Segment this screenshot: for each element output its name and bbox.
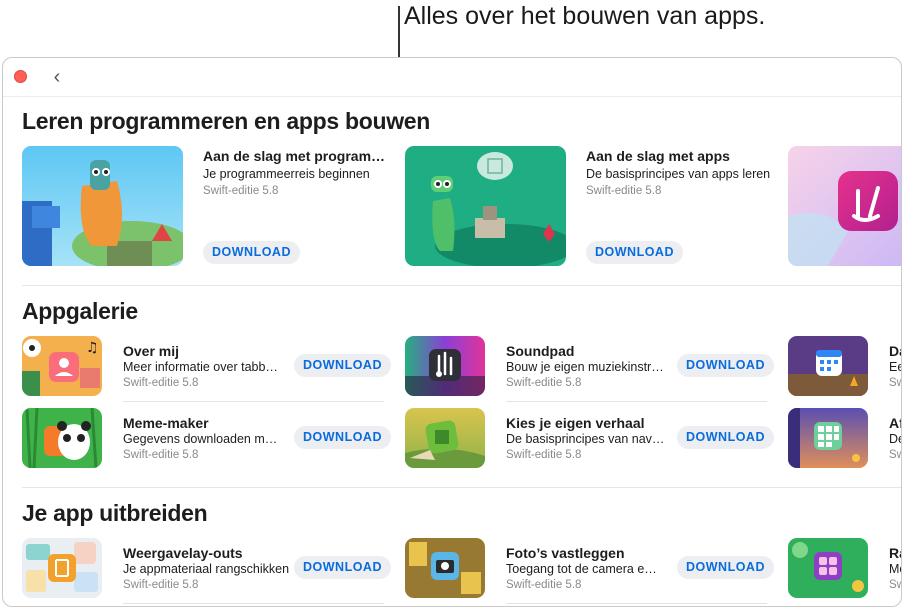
item-title[interactable]: Kies je eigen verhaal [506, 415, 666, 431]
item-subtitle: Gegevens downloaden me… [123, 432, 283, 446]
item-meta: Swift [889, 449, 901, 461]
item-title[interactable]: Af [889, 415, 901, 431]
item-thumbnail-kies-verhaal[interactable] [405, 408, 485, 468]
card-thumbnail-apps[interactable] [405, 146, 566, 266]
download-button[interactable]: DOWNLOAD [586, 241, 683, 264]
item-subtitle: Me [889, 562, 901, 576]
card-meta: Swift-editie 5.8 [203, 185, 279, 197]
card-title[interactable]: Aan de slag met apps [586, 148, 776, 164]
item-thumbnail-over-mij[interactable]: ♫ [22, 336, 102, 396]
card-thumbnail-peace[interactable] [788, 146, 901, 266]
section-divider [22, 487, 901, 488]
callout-label: Alles over het bouwen van apps. [404, 2, 766, 30]
item-subtitle: De [889, 432, 901, 446]
item-subtitle: Je appmateriaal rangschikken [123, 562, 290, 576]
download-button[interactable]: DOWNLOAD [203, 241, 300, 264]
card-thumbnail-programmeren[interactable] [22, 146, 183, 266]
item-thumbnail-ra[interactable] [788, 538, 868, 598]
item-thumbnail-soundpad[interactable] [405, 336, 485, 396]
item-title[interactable]: Meme-maker [123, 415, 283, 431]
item-subtitle: Toegang tot de camera e… [506, 562, 657, 576]
row-separator [123, 603, 384, 604]
card-subtitle: De basisprincipes van apps leren [586, 167, 771, 181]
item-subtitle: De basisprincipes van nav… [506, 432, 665, 446]
item-meta: Swift-editie 5.8 [123, 377, 199, 389]
download-button[interactable]: DOWNLOAD [294, 354, 391, 377]
section-title-gallery: Appgalerie [22, 298, 138, 324]
item-thumbnail-weergavelay-outs[interactable] [22, 538, 102, 598]
item-meta: Swift-editie 5.8 [123, 449, 199, 461]
item-meta: Swift-editie 5.8 [506, 377, 582, 389]
section-title-learn: Leren programmeren en apps bouwen [22, 108, 431, 134]
item-meta: Swift [889, 579, 901, 591]
item-title[interactable]: Ra [889, 545, 901, 561]
item-title[interactable]: Foto’s vastleggen [506, 545, 666, 561]
section-title-extend: Je app uitbreiden [22, 500, 208, 526]
item-title[interactable]: Da [889, 343, 901, 359]
item-title[interactable]: Soundpad [506, 343, 666, 359]
item-meta: Swift-editie 5.8 [123, 579, 199, 591]
card-subtitle: Je programmeerreis beginnen [203, 167, 370, 181]
playgrounds-window: ‹ Leren programmeren en apps bouwen Aan … [2, 57, 902, 607]
item-title[interactable]: Over mij [123, 343, 283, 359]
download-button[interactable]: DOWNLOAD [677, 426, 774, 449]
item-thumbnail-fotos-vastleggen[interactable] [405, 538, 485, 598]
download-button[interactable]: DOWNLOAD [677, 354, 774, 377]
row-separator [123, 401, 384, 402]
titlebar: ‹ [3, 58, 901, 97]
download-button[interactable]: DOWNLOAD [294, 556, 391, 579]
row-separator [506, 401, 767, 402]
item-meta: Swift-editie 5.8 [506, 449, 582, 461]
close-window-button[interactable] [14, 70, 27, 83]
item-thumbnail-meme-maker[interactable] [22, 408, 102, 468]
item-thumbnail-da[interactable] [788, 336, 868, 396]
section-divider [22, 285, 901, 286]
card-meta: Swift-editie 5.8 [586, 185, 662, 197]
row-separator [506, 603, 767, 604]
download-button[interactable]: DOWNLOAD [677, 556, 774, 579]
back-chevron-icon[interactable]: ‹ [47, 66, 67, 88]
item-thumbnail-af[interactable] [788, 408, 868, 468]
download-button[interactable]: DOWNLOAD [294, 426, 391, 449]
item-subtitle: Een [889, 360, 901, 374]
item-title[interactable]: Weergavelay-outs [123, 545, 283, 561]
item-meta: Swift [889, 377, 901, 389]
item-subtitle: Meer informatie over tabb… [123, 360, 278, 374]
card-title[interactable]: Aan de slag met program… [203, 148, 393, 164]
item-meta: Swift-editie 5.8 [506, 579, 582, 591]
item-subtitle: Bouw je eigen muziekinstr… [506, 360, 664, 374]
svg-text:♫: ♫ [86, 340, 99, 356]
